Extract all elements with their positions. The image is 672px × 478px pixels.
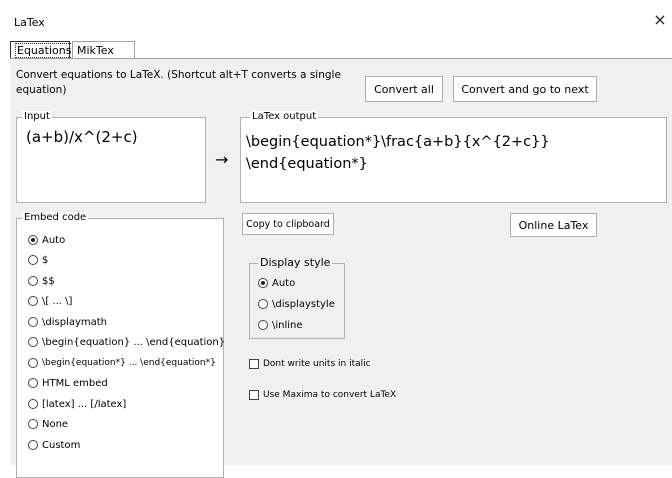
display-option-label: \displaystyle xyxy=(272,298,335,310)
tab-miktex[interactable]: MikTex xyxy=(72,41,135,58)
latex-output-legend: LaTex output xyxy=(250,111,319,122)
latex-output-value[interactable]: \begin{equation*}\frac{a+b}{x^{2+c}} \en… xyxy=(246,131,656,175)
radio-icon[interactable] xyxy=(28,255,38,265)
embed-option-label: \[ ... \] xyxy=(42,295,73,307)
radio-icon[interactable] xyxy=(28,399,38,409)
embed-option-label: HTML embed xyxy=(42,377,108,389)
embed-option-label: $$ xyxy=(42,275,55,287)
radio-icon[interactable] xyxy=(28,276,38,286)
instruction-text: Convert equations to LaTeX. (Shortcut al… xyxy=(16,69,341,96)
radio-icon[interactable] xyxy=(28,378,38,388)
radio-checked-icon[interactable] xyxy=(28,235,38,245)
embed-option-brackets[interactable]: \[ ... \] xyxy=(28,292,72,310)
checkbox-use-maxima[interactable]: Use Maxima to convert LaTeX xyxy=(249,387,396,403)
radio-icon[interactable] xyxy=(258,320,268,330)
embed-option-none[interactable]: None xyxy=(28,415,68,433)
checkbox-label: Dont write units in italic xyxy=(263,359,371,369)
embed-option-auto[interactable]: Auto xyxy=(28,231,65,249)
embed-option-displaymath[interactable]: \displaymath xyxy=(28,313,107,331)
online-latex-button[interactable]: Online LaTex xyxy=(510,213,597,237)
embed-option-equation[interactable]: \begin{equation} ... \end{equation} xyxy=(28,333,225,351)
checkbox-icon[interactable] xyxy=(249,390,259,400)
radio-checked-icon[interactable] xyxy=(258,278,268,288)
radio-icon[interactable] xyxy=(258,299,268,309)
convert-all-button[interactable]: Convert all xyxy=(365,76,443,102)
close-icon[interactable]: × xyxy=(652,12,668,30)
radio-icon[interactable] xyxy=(28,296,38,306)
input-value[interactable]: (a+b)/x^(2+c) xyxy=(26,128,138,146)
embed-option-label: Custom xyxy=(42,439,81,451)
arrow-right-icon: → xyxy=(215,150,229,169)
display-style-legend: Display style xyxy=(258,256,333,269)
embed-option-label: \begin{equation} ... \end{equation} xyxy=(42,336,226,348)
tab-miktex-label: MikTex xyxy=(77,44,114,57)
display-option-label: \inline xyxy=(272,319,303,331)
radio-icon[interactable] xyxy=(28,440,38,450)
radio-icon[interactable] xyxy=(28,358,38,368)
checkbox-icon[interactable] xyxy=(249,359,259,369)
embed-option-latex-tag[interactable]: [latex] ... [/latex] xyxy=(28,395,126,413)
display-option-displaystyle[interactable]: \displaystyle xyxy=(258,295,335,313)
embed-option-label: \displaymath xyxy=(42,316,108,328)
convert-next-button[interactable]: Convert and go to next xyxy=(453,76,597,102)
checkbox-units-italic[interactable]: Dont write units in italic xyxy=(249,356,371,372)
radio-icon[interactable] xyxy=(28,419,38,429)
embed-option-label: None xyxy=(42,418,69,430)
tab-equations[interactable]: Equations xyxy=(10,41,74,58)
embed-option-equation-star[interactable]: \begin{equation*} ... \end{equation*} xyxy=(28,354,216,372)
radio-icon[interactable] xyxy=(28,317,38,327)
embed-option-label: Auto xyxy=(42,234,66,246)
display-option-label: Auto xyxy=(272,277,296,289)
display-option-inline[interactable]: \inline xyxy=(258,316,303,334)
input-legend: Input xyxy=(22,111,52,122)
embed-option-label: $ xyxy=(42,254,49,266)
window-title: LaTex xyxy=(14,16,45,29)
display-option-auto[interactable]: Auto xyxy=(258,274,295,292)
radio-icon[interactable] xyxy=(28,337,38,347)
embed-option-html[interactable]: HTML embed xyxy=(28,374,108,392)
embed-option-label: [latex] ... [/latex] xyxy=(42,398,127,410)
embed-code-legend: Embed code xyxy=(22,212,89,223)
copy-to-clipboard-button[interactable]: Copy to clipboard xyxy=(242,213,334,235)
tab-equations-label: Equations xyxy=(15,43,74,58)
embed-option-custom[interactable]: Custom xyxy=(28,436,80,454)
checkbox-label: Use Maxima to convert LaTeX xyxy=(263,390,397,400)
embed-option-dollar[interactable]: $ xyxy=(28,251,48,269)
embed-option-double-dollar[interactable]: $$ xyxy=(28,272,55,290)
embed-option-label: \begin{equation*} ... \end{equation*} xyxy=(42,358,216,368)
